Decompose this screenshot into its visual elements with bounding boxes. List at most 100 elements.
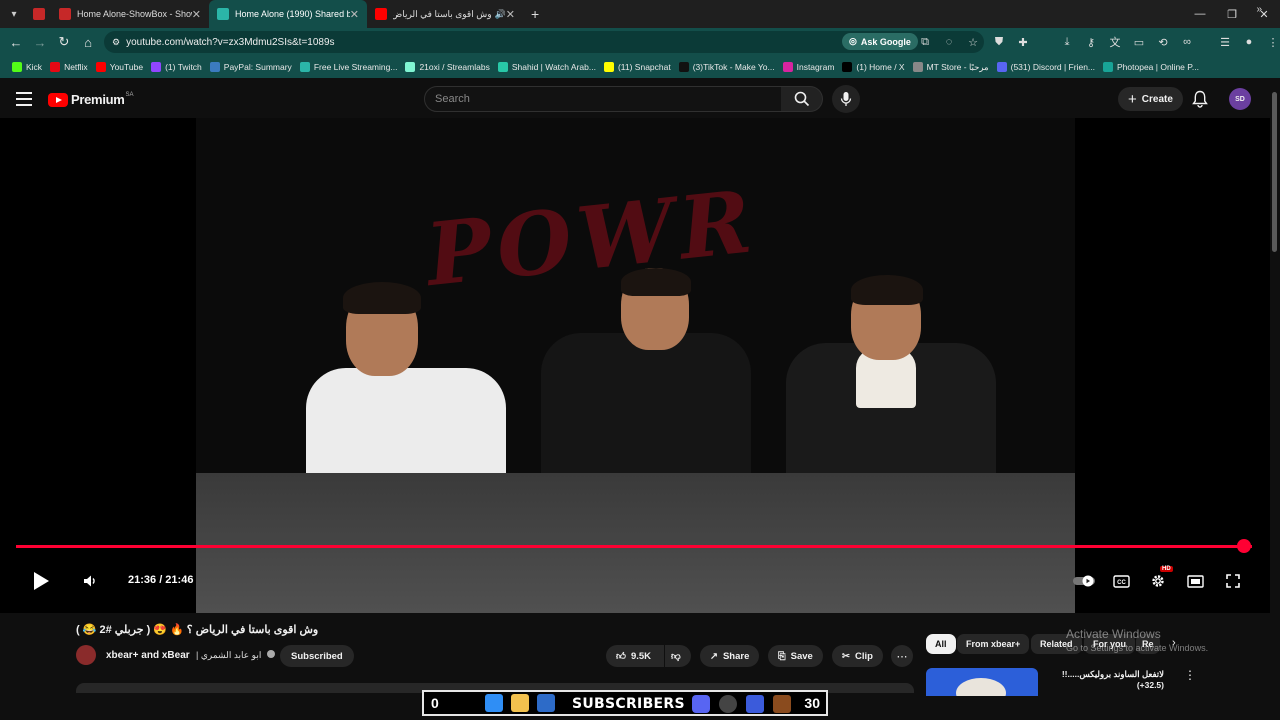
bookmark-label: Photopea | Online P... — [1117, 62, 1199, 72]
scrubber-handle[interactable] — [1237, 539, 1251, 553]
restore-icon[interactable]: ❐ — [1216, 0, 1248, 28]
file-explorer-icon[interactable] — [511, 694, 529, 712]
bookmark-item[interactable]: YouTube — [92, 62, 147, 72]
link-icon[interactable]: ∞ — [1178, 32, 1196, 52]
bookmark-item[interactable]: Netflix — [46, 62, 92, 72]
bookmark-item[interactable]: (1) Home / X — [838, 62, 908, 72]
bookmark-item[interactable]: Kick — [8, 62, 46, 72]
close-icon[interactable]: ✕ — [192, 8, 201, 21]
save-button[interactable]: ⎘ Save — [768, 645, 823, 667]
volume-button[interactable] — [80, 571, 100, 591]
notepad-icon[interactable] — [746, 695, 764, 713]
channel-name[interactable]: xbear+ and xBear — [106, 650, 190, 661]
recommended-thumbnail[interactable] — [926, 668, 1038, 696]
share-icon: ↗ — [710, 650, 718, 662]
bookmark-star-icon[interactable]: ☆ — [964, 32, 982, 52]
bookmark-item[interactable]: (531) Discord | Frien... — [993, 62, 1099, 72]
forward-icon[interactable]: → — [28, 30, 52, 54]
thumbs-up-icon: 👍︎ — [616, 651, 626, 662]
eye-off-icon[interactable]: ◌ — [940, 32, 958, 52]
autoplay-toggle[interactable] — [1072, 573, 1096, 589]
recommended-title[interactable]: لاتفعل الساوند بروليكس.....!! (32.5+) — [1042, 669, 1164, 690]
bookmark-item[interactable]: (11) Snapchat — [600, 62, 675, 72]
video-player[interactable]: POWR 21:36 / 21:46 CC HD — [0, 118, 1270, 613]
hamburger-menu-icon[interactable] — [16, 92, 32, 106]
bookmark-item[interactable]: Photopea | Online P... — [1099, 62, 1203, 72]
create-button[interactable]: + Create — [1118, 87, 1183, 111]
discord-icon[interactable] — [692, 695, 710, 713]
home-icon[interactable]: ⌂ — [76, 30, 100, 54]
store-icon[interactable] — [537, 694, 555, 712]
bookmark-item[interactable]: Instagram — [779, 62, 839, 72]
install-app-icon[interactable]: ⧉ — [916, 32, 934, 52]
bookmark-item[interactable]: Shahid | Watch Arab... — [494, 62, 600, 72]
chip-all[interactable]: All — [926, 634, 956, 654]
tab-search-icon[interactable]: ▾ — [3, 3, 25, 25]
reload-icon[interactable]: ↻ — [52, 30, 76, 54]
settings-button[interactable] — [1148, 571, 1168, 591]
youtube-logo[interactable]: Premium SA — [48, 92, 134, 107]
logo-wordmark: Premium — [71, 92, 125, 107]
bookmark-item[interactable]: (3)TikTok - Make Yo... — [675, 62, 779, 72]
clip-button[interactable]: ✂ Clip — [832, 645, 883, 667]
bookmark-item[interactable]: MT Store - مرحبًا — [909, 62, 993, 73]
profile-icon[interactable]: ● — [1240, 32, 1258, 52]
dislike-button[interactable]: 👎︎ — [665, 645, 691, 667]
bookmark-item[interactable]: Free Live Streaming... — [296, 62, 402, 72]
like-button[interactable]: 👍︎ 9.5K — [606, 645, 664, 667]
time-display: 21:36 / 21:46 — [128, 574, 194, 586]
bookmark-item[interactable]: 21oxi / Streamlabs — [401, 62, 493, 72]
windows-start-icon[interactable] — [485, 694, 503, 712]
tab-youtube-video[interactable]: وش اقوى باستا في الرياض ؟ 🔊 ✕ — [367, 0, 523, 28]
translate-icon[interactable]: 文 — [1106, 32, 1124, 52]
page-scrollbar[interactable] — [1270, 80, 1280, 690]
channel-avatar[interactable] — [76, 645, 96, 665]
steam-icon[interactable] — [773, 695, 791, 713]
tab-home-alone[interactable]: Home Alone (1990) Shared by ✕ — [209, 0, 367, 28]
subscribed-button[interactable]: Subscribed — [280, 645, 354, 667]
tab-favicon — [33, 8, 45, 20]
bookmark-favicon-icon — [151, 62, 162, 72]
chip-from-channel[interactable]: From xbear+ — [957, 634, 1030, 654]
url-text: youtube.com/watch?v=zx3Mdmu2SIs&t=1089s — [126, 36, 335, 48]
share-button[interactable]: ↗ Share — [700, 645, 760, 667]
extensions-icon[interactable]: ✚ — [1014, 32, 1032, 52]
site-info-icon[interactable]: ⚙ — [112, 37, 120, 48]
search-button[interactable] — [781, 86, 823, 112]
minimize-icon[interactable]: — — [1184, 0, 1216, 28]
close-window-icon[interactable]: ✕ — [1248, 0, 1280, 28]
voice-search-button[interactable] — [832, 85, 860, 113]
miniplayer-button[interactable] — [1185, 572, 1205, 590]
obs-icon[interactable] — [719, 695, 737, 713]
tab-pinned[interactable] — [25, 0, 51, 28]
speaker-icon[interactable]: 🔊 — [495, 9, 506, 20]
back-icon[interactable]: ← — [4, 30, 28, 54]
bookmarks-more-icon[interactable]: » — [1256, 4, 1262, 15]
bookmark-item[interactable]: PayPal: Summary — [206, 62, 296, 72]
tab-showbox[interactable]: Home Alone-ShowBox - ShowB ✕ — [51, 0, 209, 28]
shield-icon[interactable]: ⛊ — [990, 32, 1008, 52]
ask-google-button[interactable]: ◎ Ask Google — [842, 33, 918, 50]
download-icon[interactable]: ⤓ — [1058, 32, 1076, 52]
account-avatar[interactable]: SD — [1229, 88, 1251, 110]
recommended-menu-icon[interactable]: ⋮ — [1184, 668, 1196, 682]
new-tab-button[interactable]: + — [523, 0, 549, 28]
sidebar-icon[interactable]: ☰ — [1216, 32, 1234, 52]
more-actions-button[interactable]: ⋯ — [891, 645, 913, 667]
progress-bar[interactable] — [16, 545, 1252, 548]
menu-dots-icon[interactable]: ⋮ — [1264, 32, 1280, 52]
notifications-bell-icon[interactable] — [1192, 90, 1208, 108]
wallet-icon[interactable]: ▭ — [1130, 32, 1148, 52]
bookmark-item[interactable]: (1) Twitch — [147, 62, 206, 72]
play-button[interactable] — [30, 570, 52, 592]
fullscreen-button[interactable] — [1223, 571, 1243, 591]
scrollbar-thumb[interactable] — [1272, 92, 1277, 252]
key-icon[interactable]: ⚷ — [1082, 32, 1100, 52]
save-label: Save — [790, 650, 813, 662]
subtitles-button[interactable]: CC — [1111, 572, 1131, 590]
history-icon[interactable]: ⟲ — [1154, 32, 1172, 52]
search-input[interactable]: Search — [424, 86, 782, 112]
close-icon[interactable]: ✕ — [506, 8, 515, 21]
close-icon[interactable]: ✕ — [350, 8, 359, 21]
bookmark-favicon-icon — [405, 62, 416, 72]
